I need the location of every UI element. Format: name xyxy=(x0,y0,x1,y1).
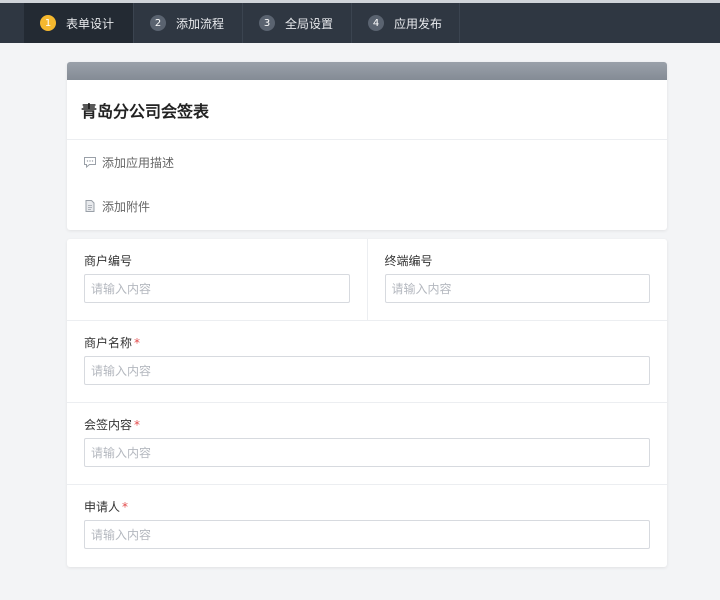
header-banner xyxy=(67,62,667,80)
required-marker: * xyxy=(122,500,129,514)
form-title[interactable]: 青岛分公司会签表 xyxy=(67,80,667,140)
applicant-input[interactable] xyxy=(84,520,650,549)
add-description-link[interactable]: 添加应用描述 xyxy=(67,140,667,184)
step-number-badge: 3 xyxy=(259,15,275,31)
required-marker: * xyxy=(134,336,141,350)
sign-content-input[interactable] xyxy=(84,438,650,467)
merchant-name-input[interactable] xyxy=(84,356,650,385)
form-fields-card: 商户编号 终端编号 商户名称* 会签内容* 申请人* xyxy=(67,239,667,567)
form-row: 商户编号 终端编号 xyxy=(67,239,667,321)
form-header-card: 青岛分公司会签表 添加应用描述 添加附件 xyxy=(67,62,667,230)
form-row: 商户名称 * xyxy=(67,321,667,403)
document-icon xyxy=(83,199,97,213)
nav-spacer xyxy=(0,3,24,43)
merchant-no-input[interactable] xyxy=(84,274,350,303)
add-description-label: 添加应用描述 xyxy=(102,155,175,170)
field-label: 会签内容 * xyxy=(84,417,650,433)
form-row: 申请人 * xyxy=(67,485,667,567)
step-label: 添加流程 xyxy=(176,16,225,31)
step-form-design[interactable]: 1 表单设计 xyxy=(24,3,134,43)
field-merchant-no: 商户编号 xyxy=(67,239,367,320)
add-attachment-label: 添加附件 xyxy=(102,199,151,214)
step-nav: 1 表单设计 2 添加流程 3 全局设置 4 应用发布 xyxy=(0,3,720,43)
field-label-text: 商户名称 xyxy=(84,336,133,350)
field-label: 商户编号 xyxy=(84,254,133,268)
step-number-badge: 4 xyxy=(368,15,384,31)
step-app-publish[interactable]: 4 应用发布 xyxy=(352,3,460,43)
field-applicant: 申请人 * xyxy=(67,485,667,567)
field-label: 商户名称 * xyxy=(84,335,650,351)
step-add-process[interactable]: 2 添加流程 xyxy=(134,3,243,43)
step-number-badge: 2 xyxy=(150,15,166,31)
step-global-settings[interactable]: 3 全局设置 xyxy=(243,3,352,43)
step-label: 表单设计 xyxy=(66,16,115,31)
field-label-text: 申请人 xyxy=(84,500,121,514)
field-label: 申请人 * xyxy=(84,499,650,515)
step-label: 应用发布 xyxy=(394,16,443,31)
field-label-text: 会签内容 xyxy=(84,418,133,432)
step-label: 全局设置 xyxy=(285,16,334,31)
field-terminal-no: 终端编号 xyxy=(366,239,668,320)
field-merchant-name: 商户名称 * xyxy=(67,321,667,402)
comment-icon xyxy=(83,155,97,169)
field-sign-content: 会签内容 * xyxy=(67,403,667,484)
form-row: 会签内容 * xyxy=(67,403,667,485)
required-marker: * xyxy=(134,418,141,432)
add-attachment-link[interactable]: 添加附件 xyxy=(67,184,667,228)
terminal-no-input[interactable] xyxy=(384,274,650,303)
step-number-badge: 1 xyxy=(40,15,56,31)
field-label: 终端编号 xyxy=(384,254,433,268)
